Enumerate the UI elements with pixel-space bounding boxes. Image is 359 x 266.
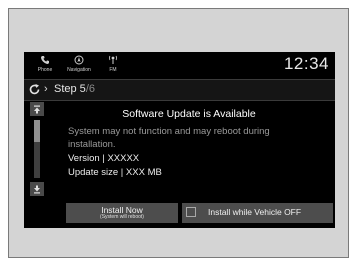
- dialog-title: Software Update is Available: [122, 108, 256, 120]
- scrollbar[interactable]: [30, 102, 44, 198]
- scroll-down-button[interactable]: [30, 182, 44, 196]
- top-bar: Phone Navigation FM 12:34: [24, 52, 335, 79]
- step-indicator: Step 5/6: [54, 83, 95, 95]
- scroll-track[interactable]: [34, 120, 40, 178]
- clock: 12:34: [283, 54, 329, 73]
- update-size-value: XXX MB: [125, 167, 162, 178]
- nav-fm-label: FM: [109, 67, 117, 73]
- phone-icon: [40, 56, 49, 64]
- version-row: Version | XXXXX: [68, 153, 140, 164]
- chevron-right-icon: ›: [44, 83, 48, 95]
- fm-radio-icon: [109, 55, 117, 64]
- update-size-label: Update size: [68, 167, 119, 178]
- nav-phone[interactable]: Phone: [28, 53, 62, 79]
- version-label: Version: [68, 153, 100, 164]
- install-now-button[interactable]: Install Now (System will reboot): [66, 203, 178, 223]
- scroll-up-button[interactable]: [30, 102, 44, 116]
- step-bar: › Step 5/6: [24, 80, 335, 100]
- nav-fm[interactable]: FM: [96, 53, 130, 79]
- update-size-row: Update size | XXX MB: [68, 167, 162, 178]
- navigation-icon: [74, 55, 84, 65]
- scroll-top-icon: [34, 105, 40, 113]
- checkbox[interactable]: [186, 207, 196, 217]
- version-value: XXXXX: [107, 153, 140, 164]
- nav-phone-label: Phone: [37, 67, 53, 73]
- nav-navigation-label: Navigation: [67, 67, 91, 73]
- nav-navigation[interactable]: Navigation: [62, 53, 96, 79]
- scroll-bottom-icon: [34, 185, 40, 193]
- scroll-thumb[interactable]: [34, 120, 40, 142]
- install-vehicle-off-label: Install while Vehicle OFF: [208, 207, 302, 217]
- step-current: Step 5: [54, 83, 86, 95]
- step-total: /6: [85, 83, 95, 95]
- infotainment-screen: Phone Navigation FM 12:34 › Step 5/6 Sof…: [24, 52, 335, 228]
- refresh-icon[interactable]: [28, 83, 41, 101]
- dialog-message: System may not function and may reboot d…: [68, 126, 270, 150]
- install-vehicle-off-button[interactable]: Install while Vehicle OFF: [182, 203, 333, 223]
- install-now-note: (System will reboot): [100, 214, 144, 220]
- divider: [24, 100, 335, 101]
